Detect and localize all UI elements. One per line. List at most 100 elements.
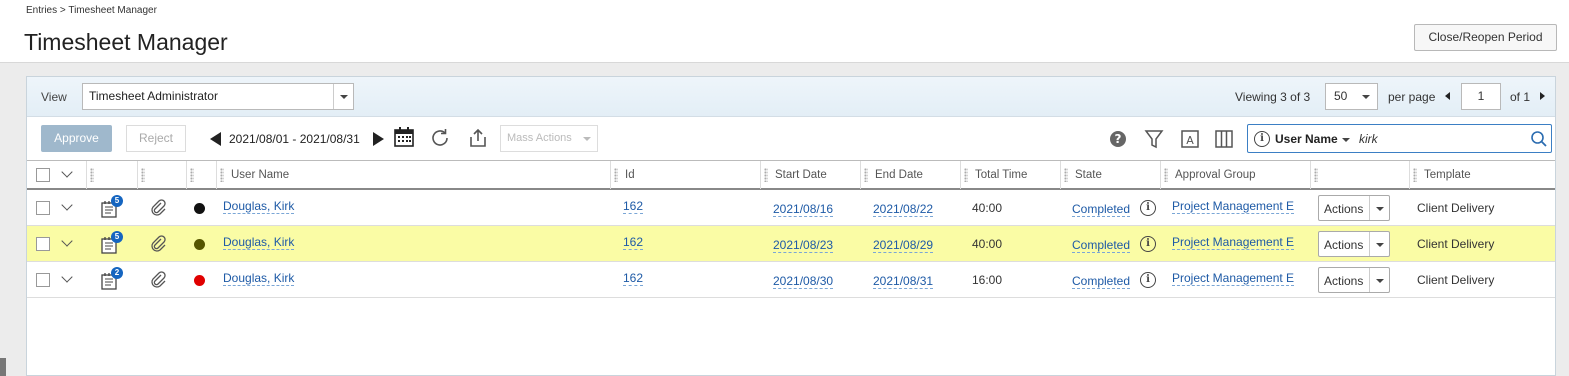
chevron-down-icon[interactable]: [1376, 207, 1384, 211]
notes-count-badge: 5: [111, 231, 123, 243]
start-date-link[interactable]: 2021/08/16: [773, 202, 834, 217]
mass-actions-dropdown[interactable]: Mass Actions: [500, 125, 598, 152]
table-row[interactable]: 2 Douglas, Kirk 162 2021/08/30 2021/08/3…: [27, 262, 1555, 298]
state-text[interactable]: Completed: [1072, 274, 1131, 289]
end-date-text[interactable]: 2021/08/31: [873, 274, 934, 289]
total-time: 16:00: [972, 273, 1003, 287]
column-header-attachments[interactable]: [137, 161, 186, 189]
paperclip-icon[interactable]: [149, 271, 167, 289]
search-icon[interactable]: [1530, 130, 1548, 148]
chevron-down-icon[interactable]: [333, 84, 353, 109]
state-link[interactable]: Completed: [1072, 238, 1131, 253]
actions-label: Actions: [1324, 202, 1364, 216]
column-header-status-dot[interactable]: [186, 161, 216, 189]
state-text[interactable]: Completed: [1072, 238, 1131, 253]
approve-button[interactable]: Approve: [41, 125, 112, 152]
id-text[interactable]: 162: [623, 235, 644, 250]
column-header-notes[interactable]: [86, 161, 137, 189]
refresh-icon[interactable]: [429, 127, 451, 149]
row-checkbox[interactable]: [36, 201, 50, 215]
id-text[interactable]: 162: [623, 199, 644, 214]
help-icon[interactable]: ?: [1107, 128, 1129, 150]
column-header-total-time[interactable]: Total Time: [960, 161, 1060, 189]
actions-button[interactable]: Actions: [1318, 231, 1390, 257]
end-date-link[interactable]: 2021/08/31: [873, 274, 934, 289]
column-header-approval-group[interactable]: Approval Group: [1160, 161, 1310, 189]
end-date-text[interactable]: 2021/08/22: [873, 202, 934, 217]
select-all-checkbox[interactable]: [36, 168, 50, 182]
chevron-down-icon[interactable]: [61, 235, 73, 247]
approval-group-text[interactable]: Project Management E: [1172, 271, 1295, 286]
column-header-template[interactable]: Template: [1409, 161, 1555, 189]
chevron-down-icon[interactable]: [1376, 243, 1384, 247]
column-header-id[interactable]: Id: [610, 161, 760, 189]
state-link[interactable]: Completed: [1072, 202, 1131, 217]
view-bar: View Timesheet Administrator Viewing 3 o…: [27, 77, 1555, 117]
info-icon[interactable]: i: [1140, 200, 1156, 216]
end-date-link[interactable]: 2021/08/22: [873, 202, 934, 217]
row-checkbox[interactable]: [36, 273, 50, 287]
user-name-text[interactable]: Douglas, Kirk: [223, 271, 295, 286]
end-date-link[interactable]: 2021/08/29: [873, 238, 934, 253]
row-checkbox[interactable]: [36, 237, 50, 251]
table-row[interactable]: 5 Douglas, Kirk 162 2021/08/16 2021/08/2…: [27, 190, 1555, 226]
start-date-text[interactable]: 2021/08/23: [773, 238, 834, 253]
start-date-link[interactable]: 2021/08/23: [773, 238, 834, 253]
previous-page-icon[interactable]: [1445, 92, 1450, 100]
id-link[interactable]: 162: [623, 235, 644, 250]
column-header-actions[interactable]: [1310, 161, 1409, 189]
approval-group-link[interactable]: Project Management E: [1172, 199, 1295, 214]
info-icon[interactable]: i: [1140, 272, 1156, 288]
column-header-user-name[interactable]: User Name: [216, 161, 610, 189]
page-number-input[interactable]: 1: [1461, 83, 1501, 110]
previous-period-icon[interactable]: [210, 132, 221, 146]
side-handle[interactable]: [0, 358, 6, 376]
approval-group-link[interactable]: Project Management E: [1172, 235, 1295, 250]
approval-group-text[interactable]: Project Management E: [1172, 235, 1295, 250]
chevron-down-icon[interactable]: [1376, 279, 1384, 283]
start-date-text[interactable]: 2021/08/16: [773, 202, 834, 217]
paperclip-icon[interactable]: [149, 199, 167, 217]
info-icon[interactable]: i: [1140, 236, 1156, 252]
start-date-text[interactable]: 2021/08/30: [773, 274, 834, 289]
chevron-down-icon[interactable]: [61, 199, 73, 211]
actions-button[interactable]: Actions: [1318, 267, 1390, 293]
user-name-link[interactable]: Douglas, Kirk: [223, 271, 295, 286]
columns-icon[interactable]: [1213, 128, 1235, 150]
column-header-state[interactable]: State: [1060, 161, 1160, 189]
actions-button[interactable]: Actions: [1318, 195, 1390, 221]
id-link[interactable]: 162: [623, 199, 644, 214]
search-field-select[interactable]: User Name: [1275, 132, 1350, 146]
start-date-link[interactable]: 2021/08/30: [773, 274, 834, 289]
user-name-link[interactable]: Douglas, Kirk: [223, 199, 295, 214]
id-text[interactable]: 162: [623, 271, 644, 286]
chevron-down-icon[interactable]: [61, 166, 73, 178]
approval-group-text[interactable]: Project Management E: [1172, 199, 1295, 214]
search-box[interactable]: i User Name kirk: [1247, 124, 1552, 153]
user-name-text[interactable]: Douglas, Kirk: [223, 235, 295, 250]
search-input[interactable]: kirk: [1359, 132, 1378, 146]
calendar-icon[interactable]: [393, 126, 415, 148]
column-header-start-date[interactable]: Start Date: [760, 161, 860, 189]
paperclip-icon[interactable]: [149, 235, 167, 253]
table-row[interactable]: 5 Douglas, Kirk 162 2021/08/23 2021/08/2…: [27, 226, 1555, 262]
text-icon[interactable]: A: [1179, 128, 1201, 150]
state-text[interactable]: Completed: [1072, 202, 1131, 217]
chevron-down-icon[interactable]: [61, 271, 73, 283]
close-reopen-period-button[interactable]: Close/Reopen Period: [1414, 24, 1557, 51]
filter-icon[interactable]: [1143, 128, 1165, 150]
export-icon[interactable]: [467, 127, 489, 149]
end-date-text[interactable]: 2021/08/29: [873, 238, 934, 253]
user-name-link[interactable]: Douglas, Kirk: [223, 235, 295, 250]
state-link[interactable]: Completed: [1072, 274, 1131, 289]
view-select[interactable]: Timesheet Administrator: [82, 83, 354, 110]
column-header-end-date[interactable]: End Date: [860, 161, 960, 189]
reject-button[interactable]: Reject: [126, 125, 186, 152]
approval-group-link[interactable]: Project Management E: [1172, 271, 1295, 286]
breadcrumb[interactable]: Entries > Timesheet Manager: [26, 5, 157, 16]
next-period-icon[interactable]: [373, 132, 384, 146]
user-name-text[interactable]: Douglas, Kirk: [223, 199, 295, 214]
per-page-select[interactable]: 50: [1325, 83, 1378, 110]
next-page-icon[interactable]: [1540, 92, 1545, 100]
id-link[interactable]: 162: [623, 271, 644, 286]
